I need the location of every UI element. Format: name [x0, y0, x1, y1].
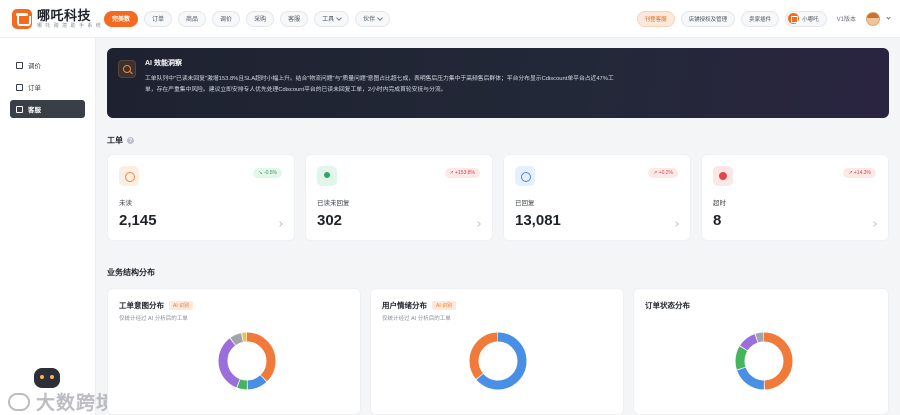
- card-description: 仅统计经过 AI 分析后的工单: [119, 316, 188, 322]
- order-status-donut-chart[interactable]: [732, 329, 796, 393]
- nav-label: 调价: [220, 17, 233, 23]
- seller-plugin-button[interactable]: 卖家插件: [741, 10, 780, 27]
- stat-label: 超时: [713, 200, 726, 207]
- sidebar-item-label: 调价: [28, 63, 41, 70]
- nav-item-purchase[interactable]: 采购: [246, 10, 275, 27]
- brand-subtitle: 哪 吒 跨 境 助 手 系 统: [37, 22, 102, 29]
- trend-badge: ↗ +14.3%: [843, 168, 876, 178]
- tickets-section-title: 工单 ?: [107, 135, 134, 146]
- stat-card-unread[interactable]: ↘ -0.5% 未读 2,145: [107, 154, 295, 241]
- distribution-section-title: 业务结构分布: [107, 267, 155, 278]
- chevron-right-icon: [277, 221, 283, 227]
- assistant-bot-icon[interactable]: [34, 368, 60, 388]
- nav-label: 完美数: [112, 17, 131, 23]
- insight-title: AI 效能洞察: [145, 60, 182, 67]
- main-content: AI 效能洞察 工单队列中"已读未回复"激增153.8%且SLA超时小幅上升。结…: [96, 38, 900, 415]
- intent-donut-chart[interactable]: [215, 329, 279, 393]
- card-title-text: 用户情绪分布: [382, 301, 427, 310]
- chevron-right-icon: [673, 221, 679, 227]
- order-status-distribution-card: 订单状态分布: [633, 288, 889, 415]
- ai-tag: AI 识别: [432, 301, 457, 310]
- brand-logo-icon: [12, 8, 32, 29]
- intent-distribution-card: 工单意图分布 AI 识别 仅统计经过 AI 分析后的工单: [107, 288, 361, 415]
- chevron-right-icon: [871, 221, 877, 227]
- service-icon: [16, 105, 23, 113]
- sidebar-item-label: 订单: [28, 85, 41, 92]
- sidebar-item-label: 客服: [28, 107, 41, 114]
- watermark-logo-icon: [8, 392, 30, 411]
- ai-insight-panel: AI 效能洞察 工单队列中"已读未回复"激增153.8%且SLA超时小幅上升。结…: [107, 48, 889, 118]
- alert-icon: [713, 166, 733, 186]
- emotion-distribution-card: 用户情绪分布 AI 识别 仅统计经过 AI 分析后的工单: [370, 288, 624, 415]
- sidebar-item-service[interactable]: 客服: [10, 100, 85, 118]
- stat-label: 未读: [119, 200, 132, 207]
- insight-body: 工单队列中"已读未回复"激增153.8%且SLA超时小幅上升。结合"物流问题"与…: [145, 76, 614, 93]
- nav-label: 伙伴: [363, 17, 376, 23]
- help-icon[interactable]: ?: [127, 137, 134, 144]
- nav-item-products[interactable]: 商品: [178, 10, 207, 27]
- stat-value: 13,081: [515, 212, 561, 229]
- main-nav: 完美数 订单 商品 调价 采购 客服 工具 伙伴: [104, 10, 391, 27]
- card-title-text: 订单状态分布: [645, 301, 690, 310]
- stat-label: 已读未回复: [317, 200, 350, 207]
- chevron-down-icon[interactable]: [886, 15, 891, 20]
- chevron-down-icon: [336, 14, 342, 21]
- section-title-text: 业务结构分布: [107, 268, 155, 277]
- button-label: 刊登客服: [644, 16, 667, 23]
- sidebar-item-pricing[interactable]: 调价: [10, 56, 85, 74]
- stat-label: 已回复: [515, 200, 535, 207]
- nav-item-tools[interactable]: 工具: [314, 10, 350, 27]
- nav-item-orders[interactable]: 订单: [144, 10, 173, 27]
- user-badge-icon: [788, 13, 800, 24]
- nav-label: 订单: [152, 17, 165, 23]
- nav-item-dashboard[interactable]: 完美数: [104, 10, 139, 27]
- user-menu[interactable]: 小哪吒: [785, 10, 827, 27]
- trend-badge: ↗ +153.8%: [444, 168, 480, 178]
- card-title-text: 工单意图分布: [119, 301, 164, 310]
- nav-item-partners[interactable]: 伙伴: [355, 10, 391, 27]
- nav-label: 客服: [288, 17, 301, 23]
- nav-label: 工具: [322, 17, 335, 23]
- brand-name: 哪吒科技: [37, 7, 92, 23]
- stat-value: 8: [713, 212, 722, 229]
- brand-logo[interactable]: 哪吒科技 哪 吒 跨 境 助 手 系 统: [12, 7, 104, 29]
- nav-item-service[interactable]: 客服: [280, 10, 309, 27]
- version-label: V1版本: [836, 17, 856, 23]
- card-title: 订单状态分布: [645, 300, 690, 311]
- listing-service-button[interactable]: 刊登客服: [636, 10, 675, 27]
- trend-badge: ↗ +0.2%: [648, 168, 678, 178]
- nav-label: 采购: [254, 17, 267, 23]
- card-title: 工单意图分布 AI 识别: [119, 300, 194, 311]
- sidebar-item-orders[interactable]: 订单: [10, 78, 85, 96]
- order-icon: [16, 83, 23, 91]
- stat-value: 302: [317, 212, 343, 229]
- section-title-text: 工单: [107, 136, 123, 145]
- stat-card-replied[interactable]: ↗ +0.2% 已回复 13,081: [503, 154, 691, 241]
- avatar[interactable]: [866, 11, 880, 26]
- nav-item-pricing[interactable]: 调价: [212, 10, 241, 27]
- top-header: 哪吒科技 哪 吒 跨 境 助 手 系 统 完美数 订单 商品 调价 采购 客服 …: [0, 0, 900, 38]
- button-label: 店铺授权及管理: [688, 16, 728, 23]
- button-label: 卖家插件: [749, 16, 772, 23]
- tag-icon: [16, 61, 23, 69]
- search-insight-icon: [118, 60, 136, 78]
- header-actions: 刊登客服 店铺授权及管理 卖家插件 小哪吒 V1版本: [636, 10, 891, 27]
- user-name: 小哪吒: [802, 16, 819, 23]
- emotion-donut-chart[interactable]: [466, 329, 530, 393]
- sidebar: 调价 订单 客服: [0, 38, 96, 415]
- store-auth-button[interactable]: 店铺授权及管理: [680, 10, 736, 27]
- chevron-down-icon: [377, 14, 383, 21]
- chevron-right-icon: [475, 221, 481, 227]
- stat-card-read-unreplied[interactable]: ↗ +153.8% 已读未回复 302: [305, 154, 493, 241]
- card-description: 仅统计经过 AI 分析后的工单: [382, 316, 451, 322]
- card-title: 用户情绪分布 AI 识别: [382, 300, 457, 311]
- check-icon: [515, 166, 535, 186]
- nav-label: 商品: [186, 17, 199, 23]
- ai-tag: AI 识别: [169, 301, 194, 310]
- user-icon: [317, 166, 337, 186]
- chat-icon: [119, 166, 139, 186]
- stat-card-timeout[interactable]: ↗ +14.3% 超时 8: [701, 154, 889, 241]
- stat-value: 2,145: [119, 212, 157, 229]
- trend-badge: ↘ -0.5%: [253, 168, 282, 178]
